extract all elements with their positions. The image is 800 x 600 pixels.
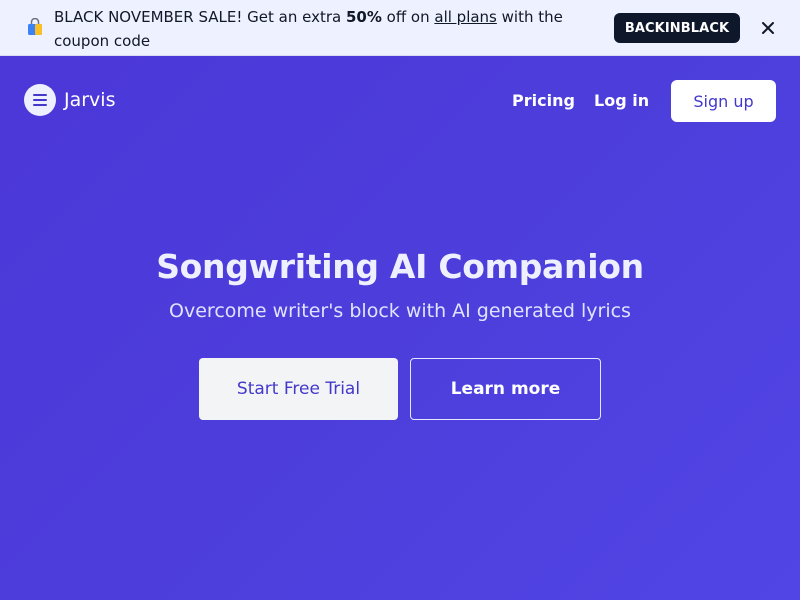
promo-text-start: BLACK NOVEMBER SALE! Get an extra (54, 8, 346, 26)
menu-button[interactable] (24, 84, 56, 116)
coupon-code-badge[interactable]: BACKINBLACK (614, 13, 740, 43)
nav-link-pricing[interactable]: Pricing (512, 91, 575, 110)
all-plans-link[interactable]: all plans (434, 8, 497, 26)
hamburger-menu-icon (33, 94, 47, 106)
promo-banner: BLACK NOVEMBER SALE! Get an extra 50% of… (0, 0, 800, 56)
hero-title: Songwriting AI Companion (156, 247, 644, 286)
hero-subtitle: Overcome writer's block with AI generate… (169, 300, 631, 322)
brand-name[interactable]: Jarvis (64, 89, 115, 111)
signup-button[interactable]: Sign up (671, 80, 776, 122)
hero-section (0, 56, 800, 600)
promo-text-middle: off on (381, 8, 435, 26)
close-icon[interactable] (758, 18, 778, 38)
shopping-bag-icon (28, 18, 42, 35)
promo-text: BLACK NOVEMBER SALE! Get an extra 50% of… (54, 5, 599, 53)
learn-more-button[interactable]: Learn more (410, 358, 601, 420)
nav-link-login[interactable]: Log in (594, 91, 649, 110)
start-free-trial-button[interactable]: Start Free Trial (199, 358, 398, 420)
promo-discount: 50% (345, 8, 382, 26)
